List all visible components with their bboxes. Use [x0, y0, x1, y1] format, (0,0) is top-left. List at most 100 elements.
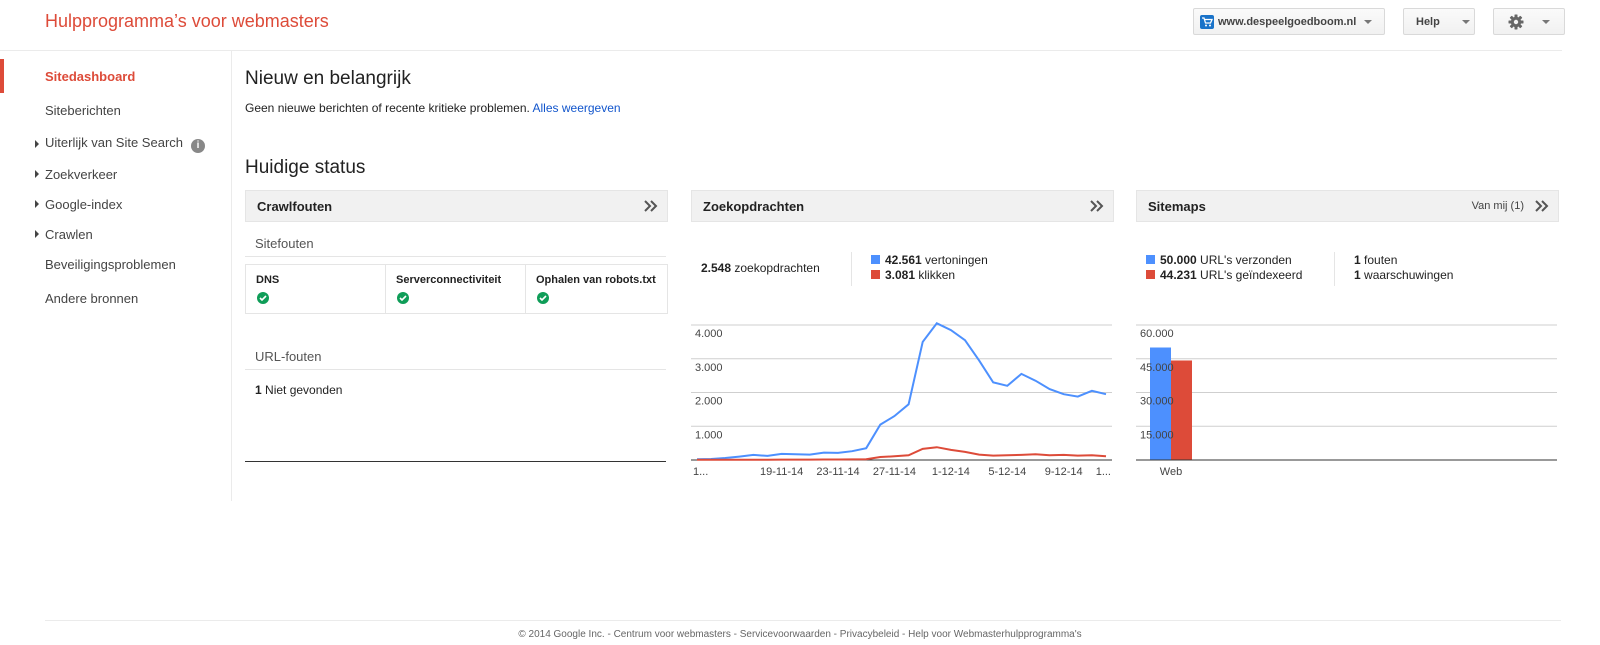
gear-icon — [1508, 14, 1524, 29]
new-message: Geen nieuwe berichten of recente kritiek… — [245, 101, 621, 115]
divider — [245, 369, 666, 370]
topbar-divider — [0, 50, 1562, 51]
legend-swatch-red — [871, 270, 880, 279]
search-queries-header[interactable]: Zoekopdrachten — [691, 190, 1114, 222]
site-error-label: Serverconnectiviteit — [396, 274, 502, 286]
chevron-down-icon — [1461, 19, 1470, 24]
sidebar-item-label: Sitedashboard — [45, 68, 136, 84]
queries-total-count: 2.548 — [701, 261, 732, 275]
search-queries-card: Zoekopdrachten 2.548 zoekopdrachten 42.5… — [691, 190, 1114, 475]
x-tick-label: 9-12-14 — [1045, 466, 1083, 475]
site-errors-table: DNS Serverconnectiviteit Ophalen van rob… — [245, 264, 668, 314]
sitemaps-filter-label[interactable]: Van mij (1) — [1472, 200, 1524, 212]
sidebar-item-beveiligingsproblemen[interactable]: Beveiligingsproblemen — [0, 252, 231, 276]
site-error-robots[interactable]: Ophalen van robots.txt — [526, 265, 667, 313]
crawl-errors-header[interactable]: Crawlfouten — [245, 190, 668, 222]
sidebar-item-sitedashboard[interactable]: Sitedashboard — [0, 59, 231, 93]
submitted-count: 50.000 — [1160, 253, 1197, 267]
site-error-dns[interactable]: DNS — [246, 265, 386, 313]
footer-link-help[interactable]: Help voor Webmasterhulpprogramma's — [908, 629, 1081, 640]
site-errors-label: Sitefouten — [255, 236, 314, 251]
submitted-label: URL's verzonden — [1200, 253, 1292, 267]
legend-swatch-blue — [871, 255, 880, 264]
sidebar-item-label: Zoekverkeer — [45, 166, 118, 182]
info-icon[interactable]: i — [191, 139, 205, 153]
y-tick-label: 2.000 — [695, 396, 723, 408]
divider — [245, 256, 666, 257]
legend-submitted: 50.000 URL's verzonden — [1146, 253, 1292, 267]
x-tick-label: Web — [1160, 466, 1182, 475]
y-tick-label: 3.000 — [695, 362, 723, 374]
divider — [851, 252, 852, 286]
check-icon — [397, 292, 409, 304]
sidebar-item-label: Uiterlijk van Site Search — [45, 135, 183, 150]
indexed-count: 44.231 — [1160, 268, 1197, 282]
x-tick-label: 19-11-14 — [760, 466, 803, 475]
card-title: Crawlfouten — [257, 198, 333, 214]
url-error-count: 1 — [255, 383, 262, 397]
y-tick-label: 45.000 — [1140, 362, 1174, 374]
x-tick-label: 23-11-14 — [816, 466, 859, 475]
url-error-item[interactable]: 1 Niet gevonden — [255, 383, 342, 397]
site-error-server[interactable]: Serverconnectiviteit — [386, 265, 526, 313]
sidebar-item-zoekverkeer[interactable]: Zoekverkeer — [0, 162, 231, 186]
site-selector-label: www.despeelgoedboom.nl — [1218, 15, 1357, 28]
url-error-text: Niet gevonden — [265, 383, 343, 397]
card-title: Zoekopdrachten — [703, 198, 805, 214]
sidebar-item-andere-bronnen[interactable]: Andere bronnen — [0, 286, 231, 310]
y-tick-label: 60.000 — [1140, 328, 1174, 340]
y-tick-label: 4.000 — [695, 328, 723, 340]
indexed-label: URL's geïndexeerd — [1200, 268, 1303, 282]
chevron-down-icon — [1364, 19, 1373, 24]
x-tick-label: 1-12-14 — [932, 466, 970, 475]
site-selector[interactable]: www.despeelgoedboom.nl — [1193, 8, 1385, 35]
y-tick-label: 30.000 — [1140, 396, 1174, 408]
sitemap-errors: 1 fouten — [1354, 253, 1397, 267]
site-error-label: Ophalen van robots.txt — [536, 274, 656, 286]
double-chevron-right-icon — [1535, 200, 1549, 212]
double-chevron-right-icon — [1090, 200, 1104, 212]
sidebar-item-label: Beveiligingsproblemen — [45, 256, 176, 272]
sidebar-item-crawlen[interactable]: Crawlen — [0, 222, 231, 246]
footer-link-privacy[interactable]: Privacybeleid — [840, 629, 899, 640]
errors-count: 1 — [1354, 253, 1361, 267]
chevron-right-icon — [35, 140, 39, 148]
clicks-count: 3.081 — [885, 268, 916, 282]
legend-swatch-blue — [1146, 255, 1155, 264]
card-bottom-line — [245, 461, 666, 462]
sitemap-warnings: 1 waarschuwingen — [1354, 268, 1453, 282]
sidebar-item-uiterlijk-site-search[interactable]: Uiterlijk van Site Search i — [0, 132, 231, 156]
double-chevron-right-icon — [644, 200, 658, 212]
sitemaps-bar-chart: 15.000 30.000 45.000 60.000 Web — [1136, 324, 1557, 475]
view-all-link[interactable]: Alles weergeven — [533, 101, 621, 115]
settings-button[interactable] — [1493, 8, 1565, 35]
sidebar-item-label: Google-index — [45, 196, 123, 212]
warnings-label: waarschuwingen — [1364, 268, 1454, 282]
help-button[interactable]: Help — [1403, 8, 1475, 35]
x-tick-label: 5-12-14 — [988, 466, 1026, 475]
search-queries-line-chart: 1.000 2.000 3.000 4.000 1... 19-11-14 23-11-14… — [691, 322, 1112, 475]
sidebar-item-siteberichten[interactable]: Siteberichten — [0, 98, 231, 122]
check-icon — [537, 292, 549, 304]
x-tick-label: 1... — [1096, 466, 1111, 475]
check-icon — [257, 292, 269, 304]
card-title: Sitemaps — [1148, 198, 1206, 214]
new-message-text: Geen nieuwe berichten of recente kritiek… — [245, 101, 530, 115]
sitemaps-header[interactable]: Sitemaps Van mij (1) — [1136, 190, 1559, 222]
app-title[interactable]: Hulpprogramma’s voor webmasters — [45, 11, 329, 32]
legend-swatch-red — [1146, 270, 1155, 279]
series-line-vertoningen — [696, 322, 1107, 461]
sidebar-item-google-index[interactable]: Google-index — [0, 192, 231, 216]
footer-link-webmaster-central[interactable]: Centrum voor webmasters — [614, 629, 731, 640]
series-line-klikken — [697, 446, 1107, 461]
sidebar-item-label: Siteberichten — [45, 102, 121, 118]
legend-impressions: 42.561 vertoningen — [871, 253, 988, 267]
y-tick-label: 1.000 — [695, 429, 723, 441]
bar-URL's geïndexeerd — [1171, 360, 1192, 460]
divider — [1334, 252, 1335, 286]
url-errors-label: URL-fouten — [255, 349, 322, 364]
chevron-right-icon — [35, 200, 39, 208]
footer-link-terms[interactable]: Servicevoorwaarden — [740, 629, 831, 640]
x-tick-label: 27-11-14 — [873, 466, 916, 475]
queries-total-label: zoekopdrachten — [734, 261, 820, 275]
